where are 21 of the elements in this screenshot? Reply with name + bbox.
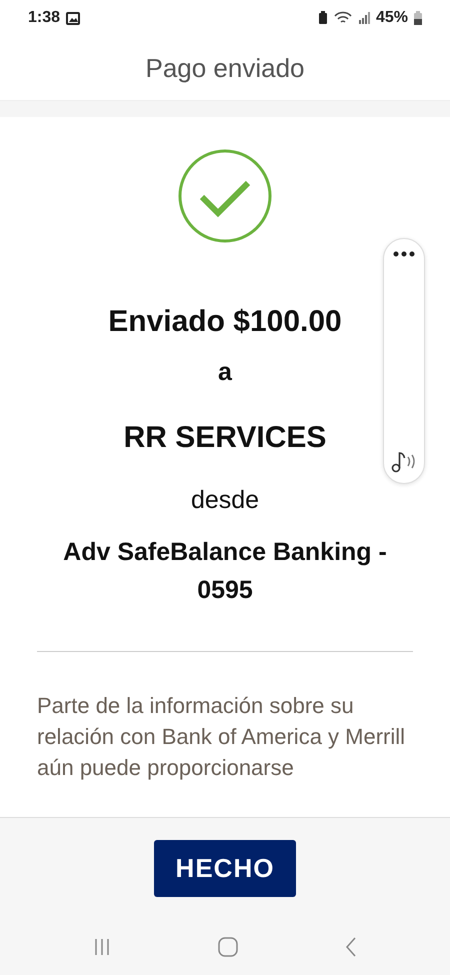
account-name: Adv SafeBalance Banking - 0595: [62, 537, 388, 606]
page-title: Pago enviado: [145, 52, 305, 84]
home-icon[interactable]: [218, 936, 238, 956]
status-time: 1:38: [28, 9, 60, 27]
done-button[interactable]: HECHO: [154, 840, 296, 896]
back-icon[interactable]: [344, 936, 357, 956]
payee-name: RR SERVICES: [124, 421, 326, 455]
signal-icon: [358, 12, 370, 24]
notice-text: Parte de la información sobre su relación con Bank of America y Merrill aún puede proporcionarse: [37, 692, 406, 782]
battery-icon: [414, 11, 422, 25]
battery-saver-icon: [318, 11, 328, 25]
image-icon: [66, 12, 80, 24]
read-aloud-icon[interactable]: [391, 449, 417, 473]
from-label: desde: [190, 485, 260, 516]
check-circle-icon: [178, 149, 272, 243]
battery-percent: 45%: [376, 9, 408, 27]
wifi-icon: [334, 11, 352, 25]
more-icon[interactable]: [393, 251, 415, 257]
amount-sent: Enviado $100.00: [108, 305, 342, 339]
recent-apps-icon[interactable]: [93, 938, 112, 956]
to-label: a: [218, 357, 232, 388]
